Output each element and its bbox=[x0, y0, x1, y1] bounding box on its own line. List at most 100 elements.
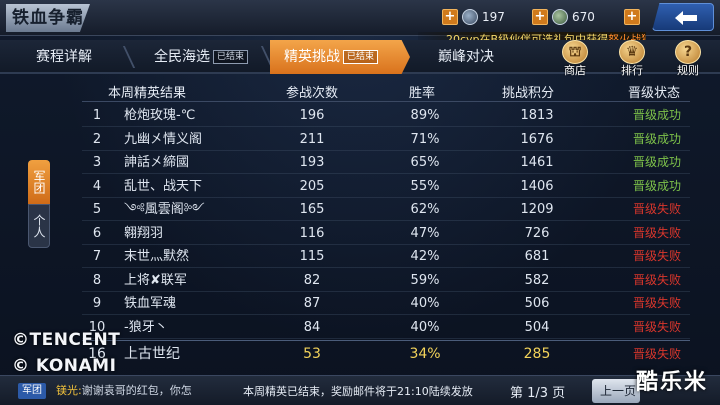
name-cell: 上将✘联军 bbox=[124, 272, 187, 288]
header-results: 本周精英结果 bbox=[108, 86, 187, 101]
rate-cell: 47% bbox=[410, 225, 440, 241]
name-cell: 乱世、战天下 bbox=[124, 178, 203, 194]
chat-channel-badge[interactable]: 军团 bbox=[18, 383, 46, 399]
battles-cell: 82 bbox=[303, 272, 321, 288]
add-shield-coin-button[interactable]: + bbox=[532, 9, 548, 25]
name-cell: 铁血军魂 bbox=[124, 296, 177, 311]
table-row: 4 乱世、战天下 205 55% 1406 晋级成功 bbox=[82, 175, 690, 198]
battles-cell: 211 bbox=[299, 131, 325, 147]
table-row: 1 枪炮玫瑰-℃ 196 89% 1813 晋级成功 bbox=[82, 104, 690, 127]
resource-shield-coin: + 670 bbox=[532, 7, 595, 27]
konami-watermark: © KONAMI bbox=[12, 356, 117, 376]
tab-label: 精英挑战 bbox=[284, 49, 340, 65]
score-cell: 504 bbox=[524, 319, 550, 335]
side-tab-legion[interactable]: 军团 bbox=[28, 160, 50, 204]
rank-cell: 7 bbox=[92, 249, 102, 264]
rate-cell: 42% bbox=[410, 249, 440, 264]
own-rate: 34% bbox=[409, 346, 441, 362]
back-button[interactable] bbox=[652, 3, 714, 31]
score-cell: 506 bbox=[524, 296, 550, 311]
tab-label: 赛程详解 bbox=[36, 49, 92, 65]
tencent-watermark: ©TENCENT bbox=[12, 330, 121, 350]
rank-cell: 9 bbox=[92, 296, 102, 311]
tab-label: 全民海选 bbox=[154, 49, 210, 65]
battles-cell: 116 bbox=[299, 225, 325, 241]
battles-cell: 193 bbox=[299, 155, 325, 170]
status-cell: 晋级失败 bbox=[632, 225, 681, 240]
header-battles: 参战次数 bbox=[286, 86, 339, 101]
ranking-icon: ♛ bbox=[619, 40, 645, 64]
battles-cell: 84 bbox=[303, 319, 321, 335]
rate-cell: 89% bbox=[410, 108, 440, 123]
status-cell: 晋级成功 bbox=[632, 178, 681, 193]
add-rank-coin-button[interactable]: + bbox=[442, 9, 458, 25]
name-cell: 末世灬默然 bbox=[124, 249, 190, 264]
own-score: 285 bbox=[523, 346, 551, 362]
reward-notice: 本周精英已结束，奖励邮件将于21:10陆续发放 bbox=[243, 385, 473, 398]
table-row: 7 末世灬默然 115 42% 681 晋级失败 bbox=[82, 245, 690, 268]
chat-message[interactable]: 镁光:谢谢袁哥的红包，你怎 bbox=[56, 382, 192, 398]
rank-cell: 4 bbox=[92, 178, 102, 194]
name-cell: 九幽㐅情义阁 bbox=[124, 131, 203, 147]
shield-coin-value: 670 bbox=[572, 10, 595, 24]
rules-button[interactable]: ? 规则 bbox=[670, 40, 706, 77]
rank-coin-icon bbox=[462, 9, 478, 25]
rate-cell: 62% bbox=[410, 202, 440, 217]
score-cell: 681 bbox=[524, 249, 550, 264]
name-cell: 訷話㐅締國 bbox=[124, 155, 190, 170]
shop-label: 商店 bbox=[564, 64, 586, 77]
battles-cell: 115 bbox=[299, 249, 325, 264]
status-cell: 晋级失败 bbox=[632, 296, 681, 310]
score-cell: 1676 bbox=[520, 131, 554, 147]
name-cell: ༺風雲阁༻ bbox=[124, 202, 205, 217]
rank-cell: 6 bbox=[92, 225, 102, 241]
rank-cell: 8 bbox=[92, 272, 102, 288]
results-table: 本周精英结果 参战次数 胜率 挑战积分 晋级状态 1 枪炮玫瑰-℃ 196 89% 18… bbox=[52, 78, 712, 368]
status-cell: 晋级失败 bbox=[632, 319, 681, 334]
header-win-rate: 胜率 bbox=[409, 86, 436, 101]
status-cell: 晋级成功 bbox=[632, 131, 681, 146]
rank-cell: 1 bbox=[92, 108, 102, 123]
table-row: 9 铁血军魂 87 40% 506 晋级失败 bbox=[82, 292, 690, 315]
side-tab: 军团 个人 bbox=[28, 160, 50, 248]
rate-cell: 40% bbox=[410, 296, 440, 311]
status-cell: 晋级失败 bbox=[632, 249, 681, 263]
header-score: 挑战积分 bbox=[502, 86, 555, 101]
name-cell: 翱翔羽 bbox=[124, 225, 164, 241]
tab-schedule[interactable]: 赛程详解 bbox=[22, 40, 92, 74]
top-bar: 铁血争霸 + 197 + 670 + bbox=[0, 0, 720, 36]
add-extra-button[interactable]: + bbox=[624, 9, 640, 25]
tab-audition[interactable]: 全民海选 已结束 bbox=[140, 40, 249, 74]
own-legion-row: 16 上古世纪 53 34% 285 晋级失败 bbox=[82, 340, 690, 366]
rate-cell: 71% bbox=[410, 131, 440, 147]
battles-cell: 165 bbox=[299, 202, 325, 217]
table-row: 8 上将✘联军 82 59% 582 晋级失败 bbox=[82, 269, 690, 292]
tab-elite-challenge[interactable]: 精英挑战 已结束 bbox=[270, 40, 410, 74]
name-cell: -狼牙丶 bbox=[124, 319, 168, 335]
resource-rank-coin: + 197 bbox=[442, 7, 505, 27]
rank-coin-value: 197 bbox=[482, 10, 505, 24]
battles-cell: 87 bbox=[303, 296, 321, 311]
table-row: 10 -狼牙丶 84 40% 504 晋级失败 bbox=[82, 316, 690, 339]
ranking-button[interactable]: ♛ 排行 bbox=[614, 40, 650, 77]
shop-button[interactable]: ⛫ 商店 bbox=[557, 40, 593, 77]
bottom-bar: 军团 镁光:谢谢袁哥的红包，你怎 本周精英已结束，奖励邮件将于21:10陆续发放… bbox=[0, 375, 720, 405]
prev-page-button[interactable]: 上一页 bbox=[592, 379, 640, 403]
status-cell: 晋级失败 bbox=[632, 202, 681, 216]
ended-badge: 已结束 bbox=[213, 50, 249, 64]
tab-divider bbox=[114, 46, 136, 68]
table-header: 本周精英结果 参战次数 胜率 挑战积分 晋级状态 bbox=[82, 78, 690, 102]
rate-cell: 40% bbox=[410, 319, 440, 335]
tab-peak-showdown[interactable]: 巅峰对决 bbox=[424, 40, 494, 74]
status-cell: 晋级失败 bbox=[632, 272, 681, 287]
side-tab-personal[interactable]: 个人 bbox=[28, 204, 50, 248]
battles-cell: 196 bbox=[299, 108, 325, 123]
ranking-label: 排行 bbox=[621, 64, 643, 77]
page-indicator: 第 1/3 页 bbox=[510, 386, 566, 401]
status-cell: 晋级成功 bbox=[632, 155, 681, 169]
status-cell: 晋级成功 bbox=[632, 108, 681, 122]
header-status: 晋级状态 bbox=[628, 86, 681, 101]
rules-label: 规则 bbox=[677, 64, 699, 77]
chat-sender: 镁光: bbox=[56, 384, 82, 397]
own-battles: 53 bbox=[303, 346, 321, 362]
